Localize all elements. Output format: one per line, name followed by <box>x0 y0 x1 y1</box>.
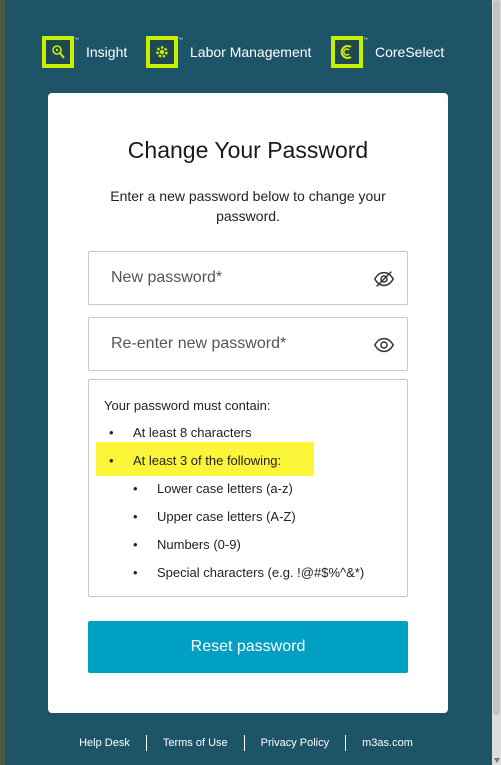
brand-labor-management[interactable]: ™ Labor Management <box>146 34 311 70</box>
password-requirements: Your password must contain: • At least 8… <box>88 379 408 597</box>
requirement-sub-item: • Upper case letters (A-Z) <box>133 509 296 524</box>
eye-slash-icon[interactable] <box>373 268 395 290</box>
requirement-sub-item: • Special characters (e.g. !@#$%^&*) <box>133 565 365 580</box>
terms-of-use-link[interactable]: Terms of Use <box>147 737 244 749</box>
reenter-password-field <box>88 317 408 371</box>
requirement-item: • At least 8 characters <box>109 425 252 440</box>
change-password-card: Change Your Password Enter a new passwor… <box>48 93 448 713</box>
scroll-down-arrow-icon[interactable] <box>494 758 500 763</box>
brand-name-coreselect: CoreSelect <box>375 44 445 60</box>
requirement-sub-item: • Lower case letters (a-z) <box>133 481 293 496</box>
requirement-item: • At least 3 of the following: <box>109 453 282 468</box>
window-left-edge <box>0 0 5 765</box>
brand-name-labor-management: Labor Management <box>190 44 312 60</box>
page-title: Change Your Password <box>127 137 369 163</box>
brand-coreselect[interactable]: ™ CoreSelect <box>331 34 444 70</box>
privacy-policy-link[interactable]: Privacy Policy <box>245 737 345 749</box>
m3as-link[interactable]: m3as.com <box>346 737 429 749</box>
page-subtitle: Enter a new password below to change you… <box>110 188 386 224</box>
new-password-field <box>88 251 408 305</box>
footer-links: Help Desk Terms of Use Privacy Policy m3… <box>0 734 492 752</box>
help-desk-link[interactable]: Help Desk <box>63 737 146 749</box>
brand-insight[interactable]: ™ Insight <box>42 34 127 70</box>
reset-password-button[interactable]: Reset password <box>88 621 408 673</box>
scrollbar[interactable] <box>492 0 501 765</box>
new-password-input[interactable] <box>89 251 373 305</box>
labor-management-gear-icon: ™ <box>146 36 183 68</box>
brand-name-insight: Insight <box>86 44 128 60</box>
eye-icon[interactable] <box>373 334 395 356</box>
brand-bar: ™ Insight ™ Labor Management ™ CoreSelec… <box>42 34 481 70</box>
requirements-intro: Your password must contain: <box>104 398 271 413</box>
requirement-sub-item: • Numbers (0-9) <box>133 537 241 552</box>
coreselect-icon: ™ <box>331 36 368 68</box>
insight-icon: ™ <box>42 36 79 68</box>
scrollbar-thumb[interactable] <box>493 0 500 715</box>
reenter-password-input[interactable] <box>89 317 373 371</box>
